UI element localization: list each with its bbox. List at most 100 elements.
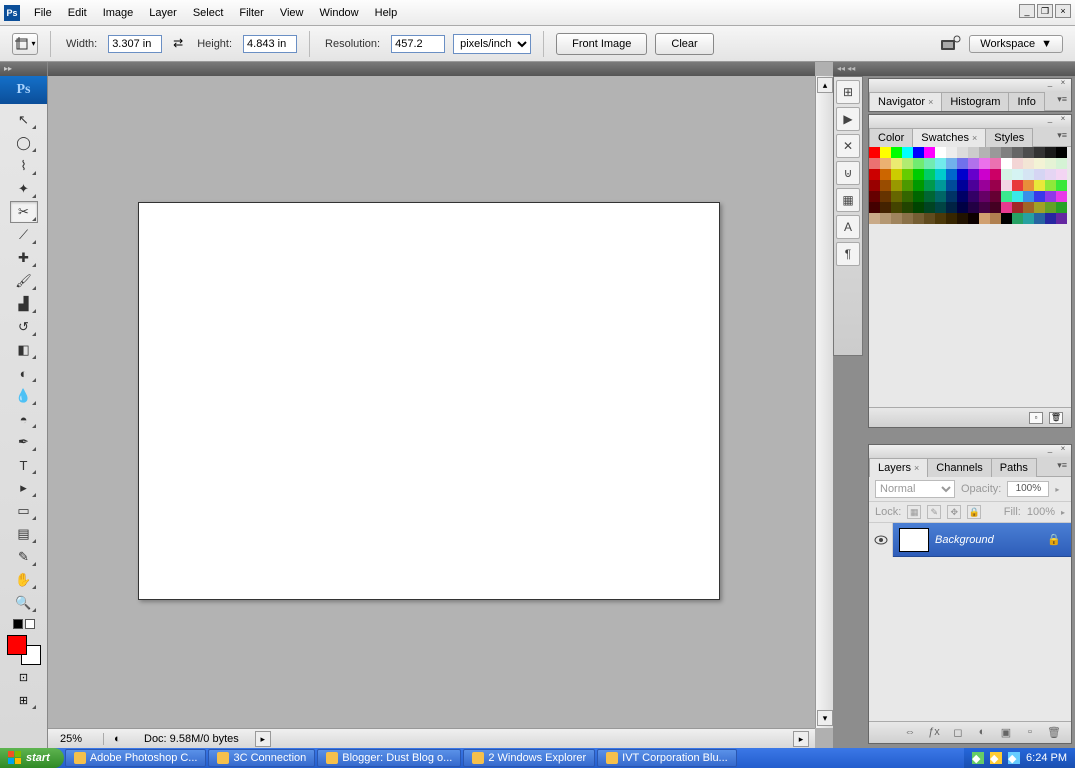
foreground-color[interactable] [7, 635, 27, 655]
swatch[interactable] [946, 147, 957, 158]
canvas-dock-handle[interactable] [48, 62, 815, 76]
swatch[interactable] [990, 147, 1001, 158]
swatch[interactable] [1045, 180, 1056, 191]
tray-icon[interactable]: ◆ [972, 752, 984, 764]
swatch[interactable] [1045, 191, 1056, 202]
crop-tool-preset-icon[interactable]: ▾ [12, 33, 38, 55]
swatch[interactable] [935, 147, 946, 158]
swatch[interactable] [913, 202, 924, 213]
ps-logo[interactable]: Ps [0, 76, 47, 104]
scroll-right-arrow[interactable]: ▸ [793, 731, 809, 747]
panel-minimize-icon[interactable]: _ [1045, 79, 1055, 87]
swatch[interactable] [1023, 213, 1034, 224]
swatch[interactable] [891, 180, 902, 191]
menu-edit[interactable]: Edit [60, 0, 95, 26]
doc-restore-button[interactable]: ❐ [1037, 4, 1053, 18]
swatch[interactable] [1012, 213, 1023, 224]
swatch[interactable] [1034, 169, 1045, 180]
swatch[interactable] [935, 169, 946, 180]
taskbar-button[interactable]: Blogger: Dust Blog o... [317, 749, 461, 767]
swatch[interactable] [913, 180, 924, 191]
hand-tool[interactable]: ✋ [10, 569, 38, 591]
swatch[interactable] [1023, 169, 1034, 180]
status-menu-icon[interactable]: ◐ [114, 733, 128, 745]
slice-tool[interactable]: ⟋ [10, 224, 38, 246]
swatch[interactable] [1023, 180, 1034, 191]
swatch[interactable] [957, 202, 968, 213]
workspace-dropdown[interactable]: Workspace▼ [969, 35, 1063, 53]
swatch[interactable] [869, 180, 880, 191]
swatch[interactable] [913, 169, 924, 180]
swatch[interactable] [979, 158, 990, 169]
zoom-level-input[interactable]: 25% [54, 733, 104, 745]
document-canvas[interactable] [138, 202, 720, 600]
doc-minimize-button[interactable]: _ [1019, 4, 1035, 18]
tab-info[interactable]: Info [1008, 92, 1044, 111]
adjustment-layer-icon[interactable]: ◐ [975, 726, 989, 740]
swatch[interactable] [880, 202, 891, 213]
swatch[interactable] [957, 180, 968, 191]
swatch[interactable] [891, 147, 902, 158]
swatch[interactable] [1056, 158, 1067, 169]
type-tool[interactable]: T [10, 454, 38, 476]
collapsed-panel-icon[interactable]: ⊍ [836, 161, 860, 185]
tab-color[interactable]: Color [869, 128, 913, 147]
status-flyout-arrow[interactable]: ▸ [255, 731, 271, 747]
swatch[interactable] [902, 213, 913, 224]
swatch[interactable] [957, 213, 968, 224]
swatch[interactable] [979, 180, 990, 191]
delete-layer-icon[interactable]: 🗑 [1047, 726, 1061, 740]
swatch[interactable] [1012, 202, 1023, 213]
swatch[interactable] [1056, 202, 1067, 213]
taskbar-button[interactable]: Adobe Photoshop C... [65, 749, 207, 767]
swatch[interactable] [913, 158, 924, 169]
menu-help[interactable]: Help [367, 0, 406, 26]
swatch[interactable] [902, 180, 913, 191]
swatch[interactable] [891, 213, 902, 224]
swatch[interactable] [957, 169, 968, 180]
swatch[interactable] [946, 158, 957, 169]
swatch[interactable] [880, 147, 891, 158]
swatch[interactable] [935, 180, 946, 191]
layer-name[interactable]: Background [935, 534, 994, 546]
swatch[interactable] [1045, 158, 1056, 169]
system-tray[interactable]: ◆ ◆ ◆ 6:24 PM [964, 748, 1075, 768]
doc-close-button[interactable]: × [1055, 4, 1071, 18]
lock-position-icon[interactable]: ✥ [947, 505, 961, 519]
swatch[interactable] [946, 169, 957, 180]
vertical-scrollbar[interactable]: ▴ ▾ [815, 76, 833, 728]
blend-mode-select[interactable]: Normal [875, 480, 955, 498]
menu-layer[interactable]: Layer [141, 0, 185, 26]
width-input[interactable] [108, 35, 162, 53]
panel-menu-icon[interactable]: ▾≡ [1053, 91, 1071, 110]
scroll-down-arrow[interactable]: ▾ [817, 710, 833, 726]
swatch[interactable] [968, 169, 979, 180]
swatch[interactable] [1034, 191, 1045, 202]
clear-button[interactable]: Clear [655, 33, 713, 55]
swatch[interactable] [968, 180, 979, 191]
swatch[interactable] [880, 191, 891, 202]
delete-swatch-icon[interactable]: 🗑 [1049, 412, 1063, 424]
panel-close-icon[interactable]: × [1058, 115, 1068, 123]
swatch[interactable] [979, 169, 990, 180]
screen-mode[interactable]: ⊞ [10, 689, 38, 711]
swatch[interactable] [1001, 213, 1012, 224]
swatch[interactable] [957, 191, 968, 202]
swatch[interactable] [924, 158, 935, 169]
panel-menu-icon[interactable]: ▾≡ [1053, 457, 1071, 476]
swatch[interactable] [869, 147, 880, 158]
taskbar-button[interactable]: 3C Connection [208, 749, 315, 767]
swatch[interactable] [990, 169, 1001, 180]
shape-tool[interactable]: ▭ [10, 500, 38, 522]
swatch[interactable] [1034, 180, 1045, 191]
swatch[interactable] [1012, 180, 1023, 191]
swatch[interactable] [935, 202, 946, 213]
swatch[interactable] [968, 158, 979, 169]
swatch[interactable] [1045, 169, 1056, 180]
swatch[interactable] [902, 158, 913, 169]
swatch[interactable] [979, 191, 990, 202]
swatch[interactable] [1023, 147, 1034, 158]
swap-dimensions-icon[interactable]: ⇄ [170, 36, 186, 52]
swatch[interactable] [924, 202, 935, 213]
collapsed-panel-icon[interactable]: ✕ [836, 134, 860, 158]
